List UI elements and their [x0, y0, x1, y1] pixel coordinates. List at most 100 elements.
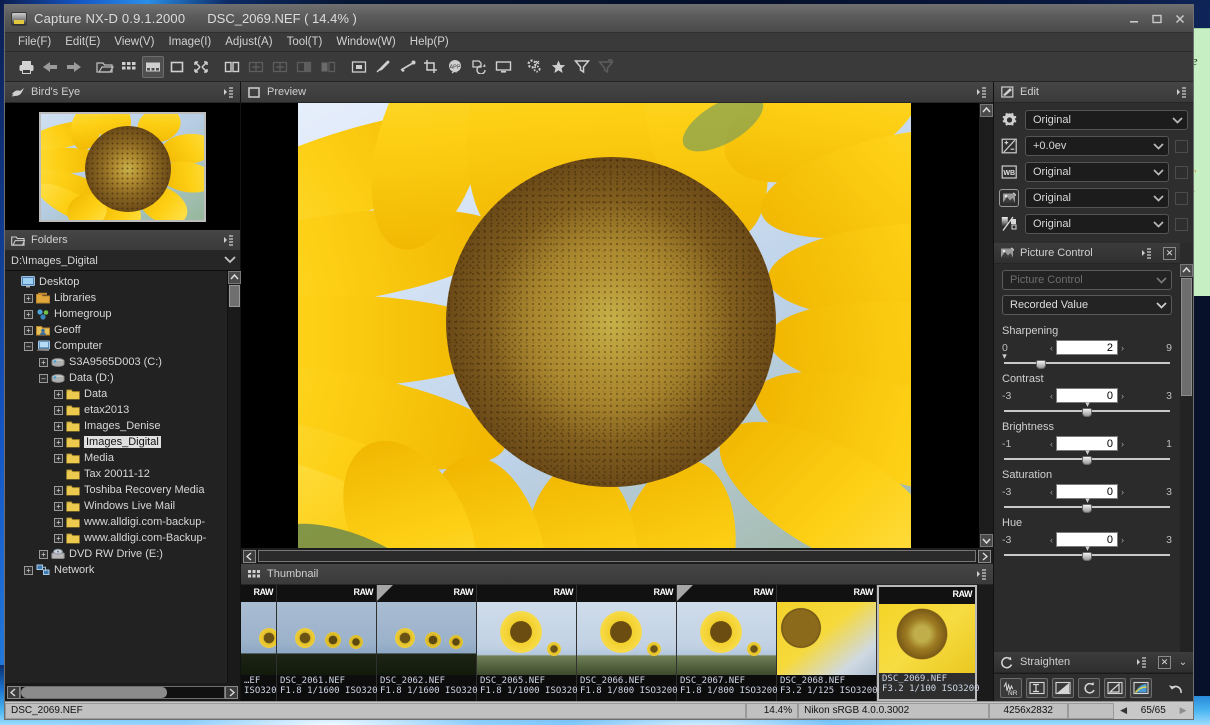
app-launch-icon[interactable]: APP	[444, 56, 466, 78]
single-image-view-icon[interactable]	[166, 56, 188, 78]
picture-control-close-button[interactable]: ✕	[1163, 247, 1176, 260]
increment-button[interactable]: ›	[1121, 391, 1124, 401]
expand-toggle-icon[interactable]: +	[39, 358, 48, 367]
expand-toggle-icon[interactable]: +	[24, 326, 33, 335]
menu-window[interactable]: Window(W)	[329, 35, 402, 49]
folder-tree-item[interactable]: +DVD RW Drive (E:)	[5, 546, 227, 562]
hscroll-track[interactable]	[20, 686, 225, 699]
tone-curve-combobox[interactable]: Original	[1025, 214, 1169, 234]
folder-tree-item[interactable]: –Computer	[5, 338, 227, 354]
thumbnail-item[interactable]: RAWDSC_2065.NEFF1.8 1/1000 ISO3200	[477, 585, 577, 701]
next-image-button[interactable]: ▶	[1173, 705, 1193, 716]
chevron-down-icon[interactable]	[224, 255, 236, 266]
tone-curve-checkbox[interactable]	[1175, 218, 1188, 231]
scroll-left-icon[interactable]	[243, 550, 256, 563]
white-balance-combobox[interactable]: Original	[1025, 162, 1169, 182]
folder-tree-item[interactable]: +Homegroup	[5, 306, 227, 322]
slider-track[interactable]: ▾	[1004, 357, 1170, 368]
lch-color-icon[interactable]	[1130, 678, 1152, 698]
maximize-button[interactable]	[1146, 9, 1168, 29]
menu-edit[interactable]: Edit(E)	[58, 35, 107, 49]
close-button[interactable]	[1169, 9, 1191, 29]
decrement-button[interactable]: ‹	[1050, 391, 1053, 401]
preview-image-canvas[interactable]	[241, 103, 979, 548]
folder-tree-item[interactable]: +Images_Digital	[5, 434, 227, 450]
expand-toggle-icon[interactable]: +	[54, 534, 63, 543]
increment-button[interactable]: ›	[1121, 487, 1124, 497]
collapse-toggle-icon[interactable]: –	[24, 342, 33, 351]
panel-menu-icon[interactable]	[1140, 246, 1154, 260]
slider-track[interactable]: ▾	[1004, 501, 1170, 512]
filmstrip-view-icon[interactable]	[142, 56, 164, 78]
slider-value-input[interactable]: 2	[1056, 340, 1118, 355]
slider-handle[interactable]	[1082, 552, 1092, 561]
decrement-button[interactable]: ‹	[1050, 487, 1053, 497]
increment-button[interactable]: ›	[1121, 535, 1124, 545]
fit-to-screen-icon[interactable]	[190, 56, 212, 78]
birds-eye-preview[interactable]	[5, 103, 240, 230]
slider-track[interactable]: ▾	[1004, 549, 1170, 560]
folder-tree-item[interactable]: +Network	[5, 562, 227, 578]
white-balance-checkbox[interactable]	[1175, 166, 1188, 179]
thumbnail-item[interactable]: RAWDSC_2067.NEFF1.8 1/800 ISO3200	[677, 585, 777, 701]
folder-tree-item[interactable]: +Media	[5, 450, 227, 466]
folder-tree-item[interactable]: +Toshiba Recovery Media	[5, 482, 227, 498]
folder-tree-item[interactable]: +Libraries	[5, 290, 227, 306]
thumbnail-item[interactable]: RAWDSC_2062.NEFF1.8 1/1600 ISO3200	[377, 585, 477, 701]
expand-toggle-icon[interactable]: +	[39, 550, 48, 559]
expand-toggle-icon[interactable]: +	[54, 518, 63, 527]
menu-help[interactable]: Help(P)	[403, 35, 456, 49]
panel-menu-icon[interactable]	[222, 85, 236, 99]
increment-button[interactable]: ›	[1121, 343, 1124, 353]
perspective-icon[interactable]	[1104, 678, 1126, 698]
preview-vertical-scrollbar[interactable]	[979, 103, 993, 548]
slider-handle[interactable]	[1082, 456, 1092, 465]
size-resize-icon[interactable]	[1026, 678, 1048, 698]
thumbnail-strip[interactable]: RAW…EF ISO3200RAWDSC_2061.NEFF1.8 1/1600…	[241, 585, 993, 701]
rotate-copy-icon[interactable]	[468, 56, 490, 78]
undo-revert-icon[interactable]	[1165, 678, 1187, 698]
previous-image-button[interactable]: ◀	[1114, 705, 1134, 716]
folder-tree-item[interactable]: +etax2013	[5, 402, 227, 418]
expand-toggle-icon[interactable]: +	[54, 406, 63, 415]
expand-toggle-icon[interactable]: +	[24, 566, 33, 575]
scroll-left-icon[interactable]	[7, 686, 20, 699]
menu-image[interactable]: Image(I)	[161, 35, 218, 49]
picture-control-icon[interactable]	[999, 189, 1019, 207]
menu-file[interactable]: File(F)	[11, 35, 58, 49]
expand-toggle-icon[interactable]: +	[54, 390, 63, 399]
filter-icon[interactable]	[571, 56, 593, 78]
expand-toggle-icon[interactable]: +	[54, 454, 63, 463]
folder-tree-item[interactable]: +Images_Denise	[5, 418, 227, 434]
camera-settings-combobox[interactable]: Original	[1025, 110, 1188, 130]
folder-tree-item[interactable]: +Geoff	[5, 322, 227, 338]
thumbnail-item[interactable]: RAWDSC_2061.NEFF1.8 1/1600 ISO3200	[277, 585, 377, 701]
display-icon[interactable]	[492, 56, 514, 78]
expand-toggle-icon[interactable]: +	[54, 438, 63, 447]
two-up-compare-icon[interactable]	[221, 56, 243, 78]
scroll-thumb[interactable]	[229, 285, 240, 307]
folder-tree-item[interactable]: +www.alldigi.com-backup-	[5, 514, 227, 530]
folder-tree-item[interactable]: –Data (D:)	[5, 370, 227, 386]
folder-tree-item[interactable]: +Windows Live Mail	[5, 498, 227, 514]
picture-control-preset-combobox[interactable]: Picture Control	[1002, 270, 1172, 290]
panel-menu-icon[interactable]	[222, 233, 236, 247]
thumbnail-item[interactable]: RAW…EF ISO3200	[241, 585, 277, 701]
control-point-icon[interactable]	[396, 56, 418, 78]
back-arrow-icon[interactable]	[39, 56, 61, 78]
folder-path-combobox[interactable]: D:\Images_Digital	[5, 251, 240, 271]
menu-tool[interactable]: Tool(T)	[280, 35, 330, 49]
exposure-compensation-combobox[interactable]: +0.0ev	[1025, 136, 1169, 156]
forward-arrow-icon[interactable]	[63, 56, 85, 78]
scroll-up-icon[interactable]	[980, 104, 993, 117]
folder-tree-item[interactable]: +S3A9565D003 (C:)	[5, 354, 227, 370]
thumbnail-item[interactable]: RAWDSC_2069.NEFF3.2 1/100 ISO3200	[877, 585, 977, 701]
hscroll-thumb[interactable]	[21, 687, 167, 698]
expand-toggle-icon[interactable]: +	[24, 294, 33, 303]
crop-icon[interactable]	[420, 56, 442, 78]
open-folder-icon[interactable]	[94, 56, 116, 78]
expand-toggle-icon[interactable]: +	[24, 310, 33, 319]
decrement-button[interactable]: ‹	[1050, 439, 1053, 449]
slider-handle[interactable]	[1036, 360, 1046, 369]
panel-menu-icon[interactable]	[975, 85, 989, 99]
